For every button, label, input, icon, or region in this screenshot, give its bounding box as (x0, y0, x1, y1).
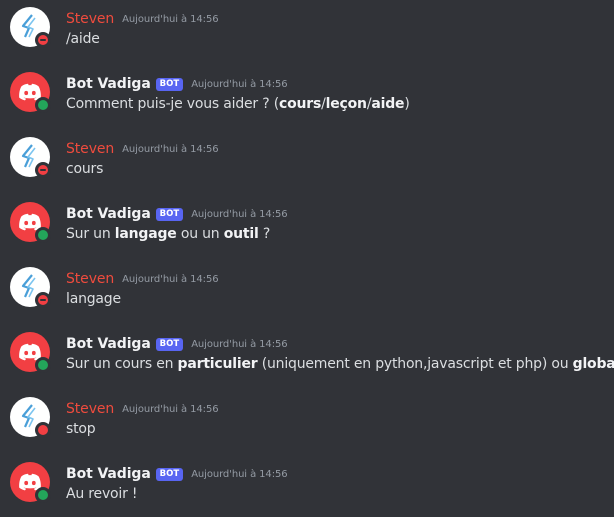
bot-avatar[interactable] (10, 462, 51, 503)
bold-text: cours (278, 96, 322, 112)
message-content: langage (66, 291, 121, 307)
message-text: cours (66, 161, 104, 177)
bold-text: langage (114, 226, 177, 242)
message-header: Steven Aujourd'hui à 14:56 (66, 9, 219, 29)
message-header: Steven Aujourd'hui à 14:56 (66, 399, 219, 419)
bot-avatar[interactable] (10, 202, 51, 243)
chat-message-list: Steven Aujourd'hui à 14:56/aide Bot Vadiga… (0, 0, 614, 517)
message-text: stop (66, 421, 96, 437)
bold-text: outil (223, 226, 259, 242)
dnd-status-icon (38, 35, 48, 45)
author-name[interactable]: Steven (66, 11, 114, 27)
status-indicator (35, 32, 51, 48)
dnd-status-icon (38, 425, 48, 435)
author-name[interactable]: Bot Vadiga (66, 336, 151, 352)
message-text: Sur un cours en (66, 356, 178, 372)
message-text: ? (258, 226, 271, 242)
message-text: Au revoir ! (66, 486, 138, 502)
message-content: Sur un cours en particulier (uniquement … (66, 356, 614, 372)
status-indicator (35, 422, 51, 438)
author-name[interactable]: Bot Vadiga (66, 206, 151, 222)
message-text: langage (66, 291, 121, 307)
bot-avatar[interactable] (10, 332, 51, 373)
message-timestamp: Aujourd'hui à 14:56 (191, 338, 288, 350)
message-item[interactable]: Bot Vadiga BOT Aujourd'hui à 14:56 Comment … (0, 65, 614, 125)
message-text: ) (404, 96, 410, 112)
online-status-icon (38, 360, 48, 370)
message-content: Comment puis-je vous aider ? (cours/leço… (66, 96, 410, 112)
bot-badge: BOT (155, 77, 184, 91)
bot-avatar[interactable] (10, 72, 51, 113)
bot-badge: BOT (155, 337, 184, 351)
message-text: Comment puis-je vous aider ? ( (66, 96, 279, 112)
message-header: Bot Vadiga BOT Aujourd'hui à 14:56 (66, 464, 288, 484)
online-status-icon (38, 490, 48, 500)
status-indicator (35, 162, 51, 178)
message-content: Sur un langage ou un outil ? (66, 226, 270, 242)
message-text: ou un (176, 226, 224, 242)
author-name[interactable]: Steven (66, 401, 114, 417)
bold-text: global (572, 356, 614, 372)
message-timestamp: Aujourd'hui à 14:56 (122, 13, 219, 25)
bold-text: particulier (177, 356, 258, 372)
online-status-icon (38, 100, 48, 110)
message-text: Sur un (66, 226, 115, 242)
user-avatar[interactable] (10, 397, 51, 438)
message-item[interactable]: Bot Vadiga BOT Aujourd'hui à 14:56 Au revoi… (0, 455, 614, 515)
user-avatar[interactable] (10, 7, 51, 48)
message-text: (uniquement en python,javascript et php)… (257, 356, 573, 372)
bold-text: aide (371, 96, 405, 112)
message-content: /aide (66, 31, 100, 47)
message-header: Bot Vadiga BOT Aujourd'hui à 14:56 (66, 204, 288, 224)
bot-badge: BOT (155, 467, 184, 481)
message-timestamp: Aujourd'hui à 14:56 (191, 208, 288, 220)
bold-text: leçon (325, 96, 367, 112)
message-timestamp: Aujourd'hui à 14:56 (122, 273, 219, 285)
bot-badge: BOT (155, 207, 184, 221)
message-header: Steven Aujourd'hui à 14:56 (66, 139, 219, 159)
message-item[interactable]: Steven Aujourd'hui à 14:56/aide (0, 0, 614, 60)
message-item[interactable]: Steven Aujourd'hui à 14:56 stop (0, 390, 614, 450)
message-header: Steven Aujourd'hui à 14:56 (66, 269, 219, 289)
author-name[interactable]: Steven (66, 141, 114, 157)
online-status-icon (38, 230, 48, 240)
user-avatar[interactable] (10, 137, 51, 178)
message-item[interactable]: Steven Aujourd'hui à 14:56 cours (0, 130, 614, 190)
message-timestamp: Aujourd'hui à 14:56 (191, 78, 288, 90)
status-indicator (35, 227, 51, 243)
message-timestamp: Aujourd'hui à 14:56 (122, 403, 219, 415)
message-content: cours (66, 161, 103, 177)
author-name[interactable]: Bot Vadiga (66, 76, 151, 92)
message-item[interactable]: Steven Aujourd'hui à 14:56 langage (0, 260, 614, 320)
message-header: Bot Vadiga BOT Aujourd'hui à 14:56 (66, 74, 288, 94)
dnd-status-icon (38, 295, 48, 305)
status-indicator (35, 292, 51, 308)
message-header: Bot Vadiga BOT Aujourd'hui à 14:56 (66, 334, 288, 354)
message-content: Au revoir ! (66, 486, 138, 502)
author-name[interactable]: Steven (66, 271, 114, 287)
status-indicator (35, 487, 51, 503)
author-name[interactable]: Bot Vadiga (66, 466, 151, 482)
message-item[interactable]: Bot Vadiga BOT Aujourd'hui à 14:56 Sur un c… (0, 325, 614, 385)
message-timestamp: Aujourd'hui à 14:56 (191, 468, 288, 480)
message-timestamp: Aujourd'hui à 14:56 (122, 143, 219, 155)
message-content: stop (66, 421, 96, 437)
message-text: /aide (66, 31, 100, 47)
status-indicator (35, 97, 51, 113)
dnd-status-icon (38, 165, 48, 175)
status-indicator (35, 357, 51, 373)
message-item[interactable]: Bot Vadiga BOT Aujourd'hui à 14:56 Sur un l… (0, 195, 614, 255)
user-avatar[interactable] (10, 267, 51, 308)
